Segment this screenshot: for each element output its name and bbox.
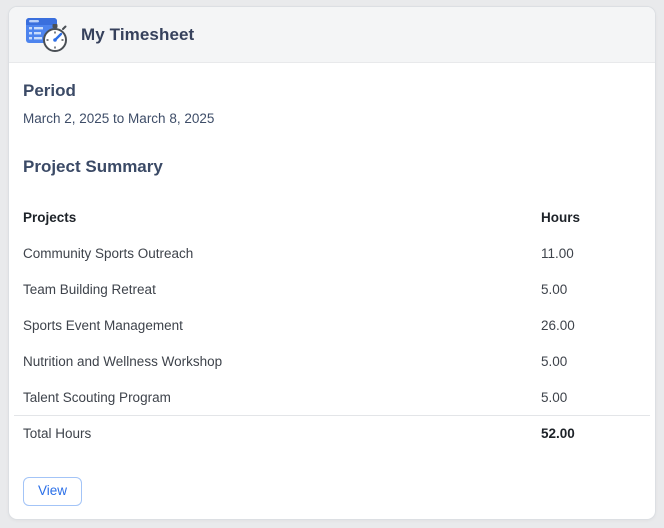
hours-column-header: Hours [541, 209, 581, 225]
project-name: Community Sports Outreach [23, 245, 194, 261]
summary-table-body: Community Sports Outreach 11.00 Team Build… [23, 235, 641, 415]
table-row: Nutrition and Wellness Workshop 5.00 [23, 343, 641, 379]
project-hours: 26.00 [541, 317, 575, 333]
project-name: Talent Scouting Program [23, 389, 171, 405]
table-row: Community Sports Outreach 11.00 [23, 235, 641, 271]
total-hours-label: Total Hours [23, 426, 92, 441]
project-hours: 5.00 [541, 389, 568, 405]
projects-column-header: Projects [23, 209, 77, 225]
project-summary-table: Projects Hours Community Sports Outreach… [14, 199, 650, 451]
table-row: Sports Event Management 26.00 [23, 307, 641, 343]
period-heading: Period [23, 81, 76, 100]
project-name: Nutrition and Wellness Workshop [23, 353, 223, 369]
table-header-row: Projects Hours [23, 199, 641, 235]
page-title: My Timesheet [81, 24, 195, 44]
card-body: Period March 2, 2025 to March 8, 2025 Pr… [9, 80, 655, 506]
project-summary-heading: Project Summary [23, 157, 163, 176]
card-header: My Timesheet [9, 7, 655, 63]
project-hours: 5.00 [541, 353, 568, 369]
total-hours-value: 52.00 [541, 426, 575, 441]
project-hours: 11.00 [541, 245, 574, 261]
timesheet-clock-icon [25, 16, 69, 54]
timesheet-card: My Timesheet Period March 2, 2025 to Mar… [8, 6, 656, 520]
project-name: Sports Event Management [23, 317, 183, 333]
project-hours: 5.00 [541, 281, 568, 297]
period-value: March 2, 2025 to March 8, 2025 [23, 111, 215, 126]
table-row: Team Building Retreat 5.00 [23, 271, 641, 307]
view-button[interactable]: View [23, 477, 83, 506]
total-hours-row: Total Hours 52.00 [14, 415, 650, 451]
table-row: Talent Scouting Program 5.00 [23, 379, 641, 415]
project-name: Team Building Retreat [23, 281, 156, 297]
